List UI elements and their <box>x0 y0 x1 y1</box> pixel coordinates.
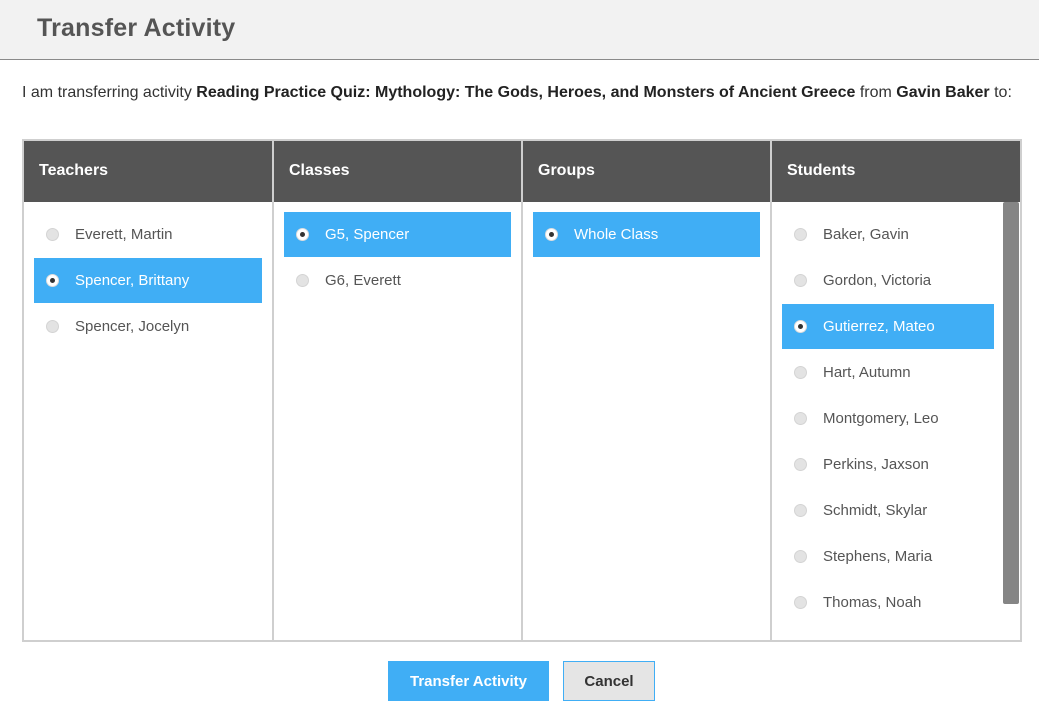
students-option-label: Montgomery, Leo <box>823 410 939 427</box>
intro-suffix: to: <box>989 84 1012 101</box>
teachers-option-label: Spencer, Brittany <box>75 272 190 289</box>
activity-name: Reading Practice Quiz: Mythology: The Go… <box>196 84 856 101</box>
radio-button-icon[interactable] <box>794 274 807 287</box>
cancel-button[interactable]: Cancel <box>563 661 655 701</box>
students-scrollbar-thumb[interactable] <box>1003 202 1019 604</box>
students-option-label: Gordon, Victoria <box>823 272 932 289</box>
radio-button-icon[interactable] <box>794 412 807 425</box>
students-option[interactable]: Stephens, Maria <box>782 534 994 579</box>
students-heading: Students <box>772 141 1020 202</box>
transfer-activity-button[interactable]: Transfer Activity <box>388 661 549 701</box>
classes-option-label: G6, Everett <box>325 272 401 289</box>
teachers-list: Everett, Martin Spencer, Brittany Spencer,… <box>24 202 272 349</box>
students-option-label: Perkins, Jaxson <box>823 456 929 473</box>
dialog-actions: Transfer Activity Cancel <box>388 661 655 701</box>
radio-button-icon[interactable] <box>794 596 807 609</box>
intro-middle: from <box>855 84 897 101</box>
students-option-label: Hart, Autumn <box>823 364 911 381</box>
selection-panels: Teachers Everett, Martin Spencer, Brittan… <box>22 139 1022 642</box>
students-option-label: Stephens, Maria <box>823 548 933 565</box>
students-column: Students Baker, Gavin Gordon, Victoria Gut… <box>772 141 1020 640</box>
groups-column: Groups Whole Class <box>523 141 772 640</box>
radio-button-icon[interactable] <box>46 228 59 241</box>
students-option[interactable]: Gutierrez, Mateo <box>782 304 994 349</box>
teachers-heading: Teachers <box>24 141 272 202</box>
teachers-option[interactable]: Everett, Martin <box>34 212 262 257</box>
teachers-option-label: Everett, Martin <box>75 226 173 243</box>
radio-button-icon[interactable] <box>794 366 807 379</box>
teachers-option[interactable]: Spencer, Brittany <box>34 258 262 303</box>
students-option[interactable]: Schmidt, Skylar <box>782 488 994 533</box>
classes-option-label: G5, Spencer <box>325 226 410 243</box>
radio-button-icon[interactable] <box>545 228 558 241</box>
students-option[interactable]: Montgomery, Leo <box>782 396 994 441</box>
radio-button-icon[interactable] <box>794 504 807 517</box>
radio-button-icon[interactable] <box>794 228 807 241</box>
intro-prefix: I am transferring activity <box>22 84 197 101</box>
students-scrollbar[interactable] <box>1003 202 1019 640</box>
radio-button-icon[interactable] <box>46 274 59 287</box>
page-title: Transfer Activity <box>37 14 236 42</box>
radio-button-icon[interactable] <box>794 550 807 563</box>
groups-list: Whole Class <box>523 202 770 257</box>
groups-option-label: Whole Class <box>574 226 659 243</box>
classes-column: Classes G5, Spencer G6, Everett <box>274 141 523 640</box>
students-option-label: Thomas, Noah <box>823 594 922 611</box>
students-option-label: Schmidt, Skylar <box>823 502 928 519</box>
radio-button-icon[interactable] <box>794 458 807 471</box>
students-option[interactable]: Perkins, Jaxson <box>782 442 994 487</box>
students-list: Baker, Gavin Gordon, Victoria Gutierrez, M… <box>772 202 1020 625</box>
groups-heading: Groups <box>523 141 770 202</box>
transfer-description: I am transferring activity Reading Pract… <box>22 81 1022 105</box>
teachers-option-label: Spencer, Jocelyn <box>75 318 190 335</box>
groups-option[interactable]: Whole Class <box>533 212 760 257</box>
dialog-header: Transfer Activity <box>0 0 1039 60</box>
students-option[interactable]: Baker, Gavin <box>782 212 994 257</box>
classes-option[interactable]: G6, Everett <box>284 258 511 303</box>
classes-option[interactable]: G5, Spencer <box>284 212 511 257</box>
teachers-option[interactable]: Spencer, Jocelyn <box>34 304 262 349</box>
radio-button-icon[interactable] <box>296 274 309 287</box>
radio-button-icon[interactable] <box>46 320 59 333</box>
students-option[interactable]: Hart, Autumn <box>782 350 994 395</box>
students-option[interactable]: Gordon, Victoria <box>782 258 994 303</box>
classes-heading: Classes <box>274 141 521 202</box>
radio-button-icon[interactable] <box>794 320 807 333</box>
radio-button-icon[interactable] <box>296 228 309 241</box>
classes-list: G5, Spencer G6, Everett <box>274 202 521 303</box>
students-option[interactable]: Thomas, Noah <box>782 580 994 625</box>
student-name: Gavin Baker <box>896 84 990 101</box>
students-option-label: Baker, Gavin <box>823 226 909 243</box>
teachers-column: Teachers Everett, Martin Spencer, Brittan… <box>24 141 274 640</box>
students-option-label: Gutierrez, Mateo <box>823 318 935 335</box>
